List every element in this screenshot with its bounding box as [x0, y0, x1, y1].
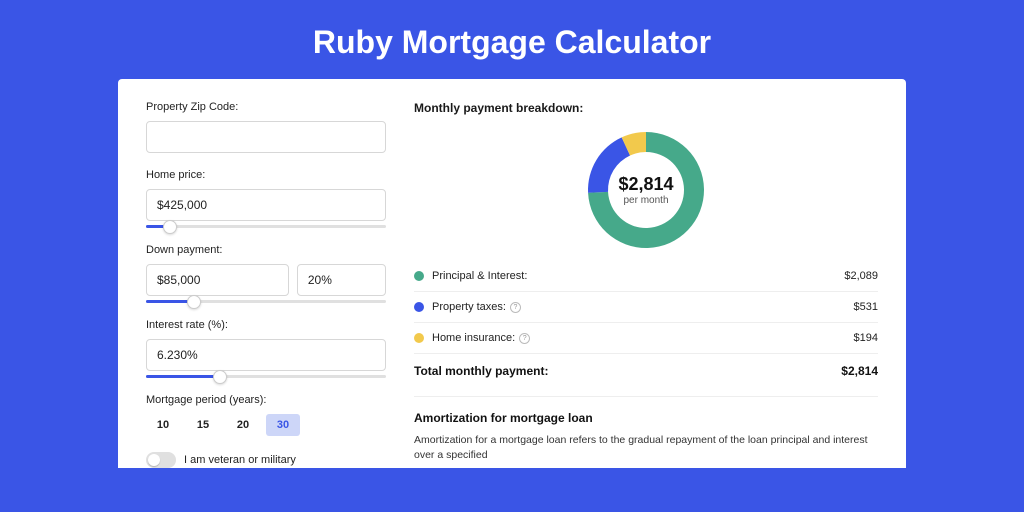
home-price-input[interactable]	[146, 189, 386, 221]
down-payment-block: Down payment:	[146, 244, 386, 303]
breakdown-line-label: Home insurance:?	[432, 332, 854, 344]
down-payment-amount-input[interactable]	[146, 264, 289, 296]
veteran-row: I am veteran or military	[146, 452, 386, 468]
breakdown-line-label: Property taxes:?	[432, 301, 854, 313]
home-price-slider[interactable]	[146, 225, 386, 228]
info-icon[interactable]: ?	[510, 302, 521, 313]
slider-thumb[interactable]	[163, 220, 177, 234]
zip-label: Property Zip Code:	[146, 101, 386, 113]
breakdown-title: Monthly payment breakdown:	[414, 101, 878, 115]
home-price-block: Home price:	[146, 169, 386, 228]
period-btn-20[interactable]: 20	[226, 414, 260, 436]
breakdown-line-value: $2,089	[844, 270, 878, 282]
period-block: Mortgage period (years): 10 15 20 30	[146, 394, 386, 436]
period-options: 10 15 20 30	[146, 414, 386, 436]
donut-amount: $2,814	[618, 174, 673, 195]
interest-block: Interest rate (%):	[146, 319, 386, 378]
page-title: Ruby Mortgage Calculator	[0, 0, 1024, 79]
interest-label: Interest rate (%):	[146, 319, 386, 331]
input-panel: Property Zip Code: Home price: Down paym…	[146, 101, 386, 468]
period-btn-15[interactable]: 15	[186, 414, 220, 436]
donut-center: $2,814 per month	[585, 129, 707, 251]
zip-input[interactable]	[146, 121, 386, 153]
info-icon[interactable]: ?	[519, 333, 530, 344]
veteran-toggle[interactable]	[146, 452, 176, 468]
breakdown-lines: Principal & Interest:$2,089Property taxe…	[414, 261, 878, 353]
period-btn-30[interactable]: 30	[266, 414, 300, 436]
breakdown-line: Home insurance:?$194	[414, 322, 878, 353]
home-price-label: Home price:	[146, 169, 386, 181]
period-label: Mortgage period (years):	[146, 394, 386, 406]
legend-dot	[414, 302, 424, 312]
breakdown-line-label: Principal & Interest:	[432, 270, 844, 282]
donut-chart-wrap: $2,814 per month	[414, 123, 878, 261]
legend-dot	[414, 271, 424, 281]
donut-chart: $2,814 per month	[585, 129, 707, 251]
donut-sub: per month	[623, 195, 668, 206]
veteran-label: I am veteran or military	[184, 454, 296, 466]
amortization-text: Amortization for a mortgage loan refers …	[414, 433, 878, 462]
amortization-section: Amortization for mortgage loan Amortizat…	[414, 396, 878, 462]
total-label: Total monthly payment:	[414, 364, 841, 378]
breakdown-line: Property taxes:?$531	[414, 291, 878, 322]
down-payment-percent-input[interactable]	[297, 264, 386, 296]
breakdown-panel: Monthly payment breakdown: $2,814 per mo…	[414, 101, 878, 468]
total-value: $2,814	[841, 364, 878, 378]
slider-thumb[interactable]	[187, 295, 201, 309]
amortization-title: Amortization for mortgage loan	[414, 411, 878, 425]
total-line: Total monthly payment: $2,814	[414, 353, 878, 388]
legend-dot	[414, 333, 424, 343]
breakdown-line: Principal & Interest:$2,089	[414, 261, 878, 291]
interest-input[interactable]	[146, 339, 386, 371]
breakdown-line-value: $531	[854, 301, 878, 313]
slider-thumb[interactable]	[213, 370, 227, 384]
down-payment-label: Down payment:	[146, 244, 386, 256]
period-btn-10[interactable]: 10	[146, 414, 180, 436]
down-payment-slider[interactable]	[146, 300, 386, 303]
calculator-card: Property Zip Code: Home price: Down paym…	[118, 79, 906, 468]
interest-slider[interactable]	[146, 375, 386, 378]
zip-block: Property Zip Code:	[146, 101, 386, 153]
breakdown-line-value: $194	[854, 332, 878, 344]
